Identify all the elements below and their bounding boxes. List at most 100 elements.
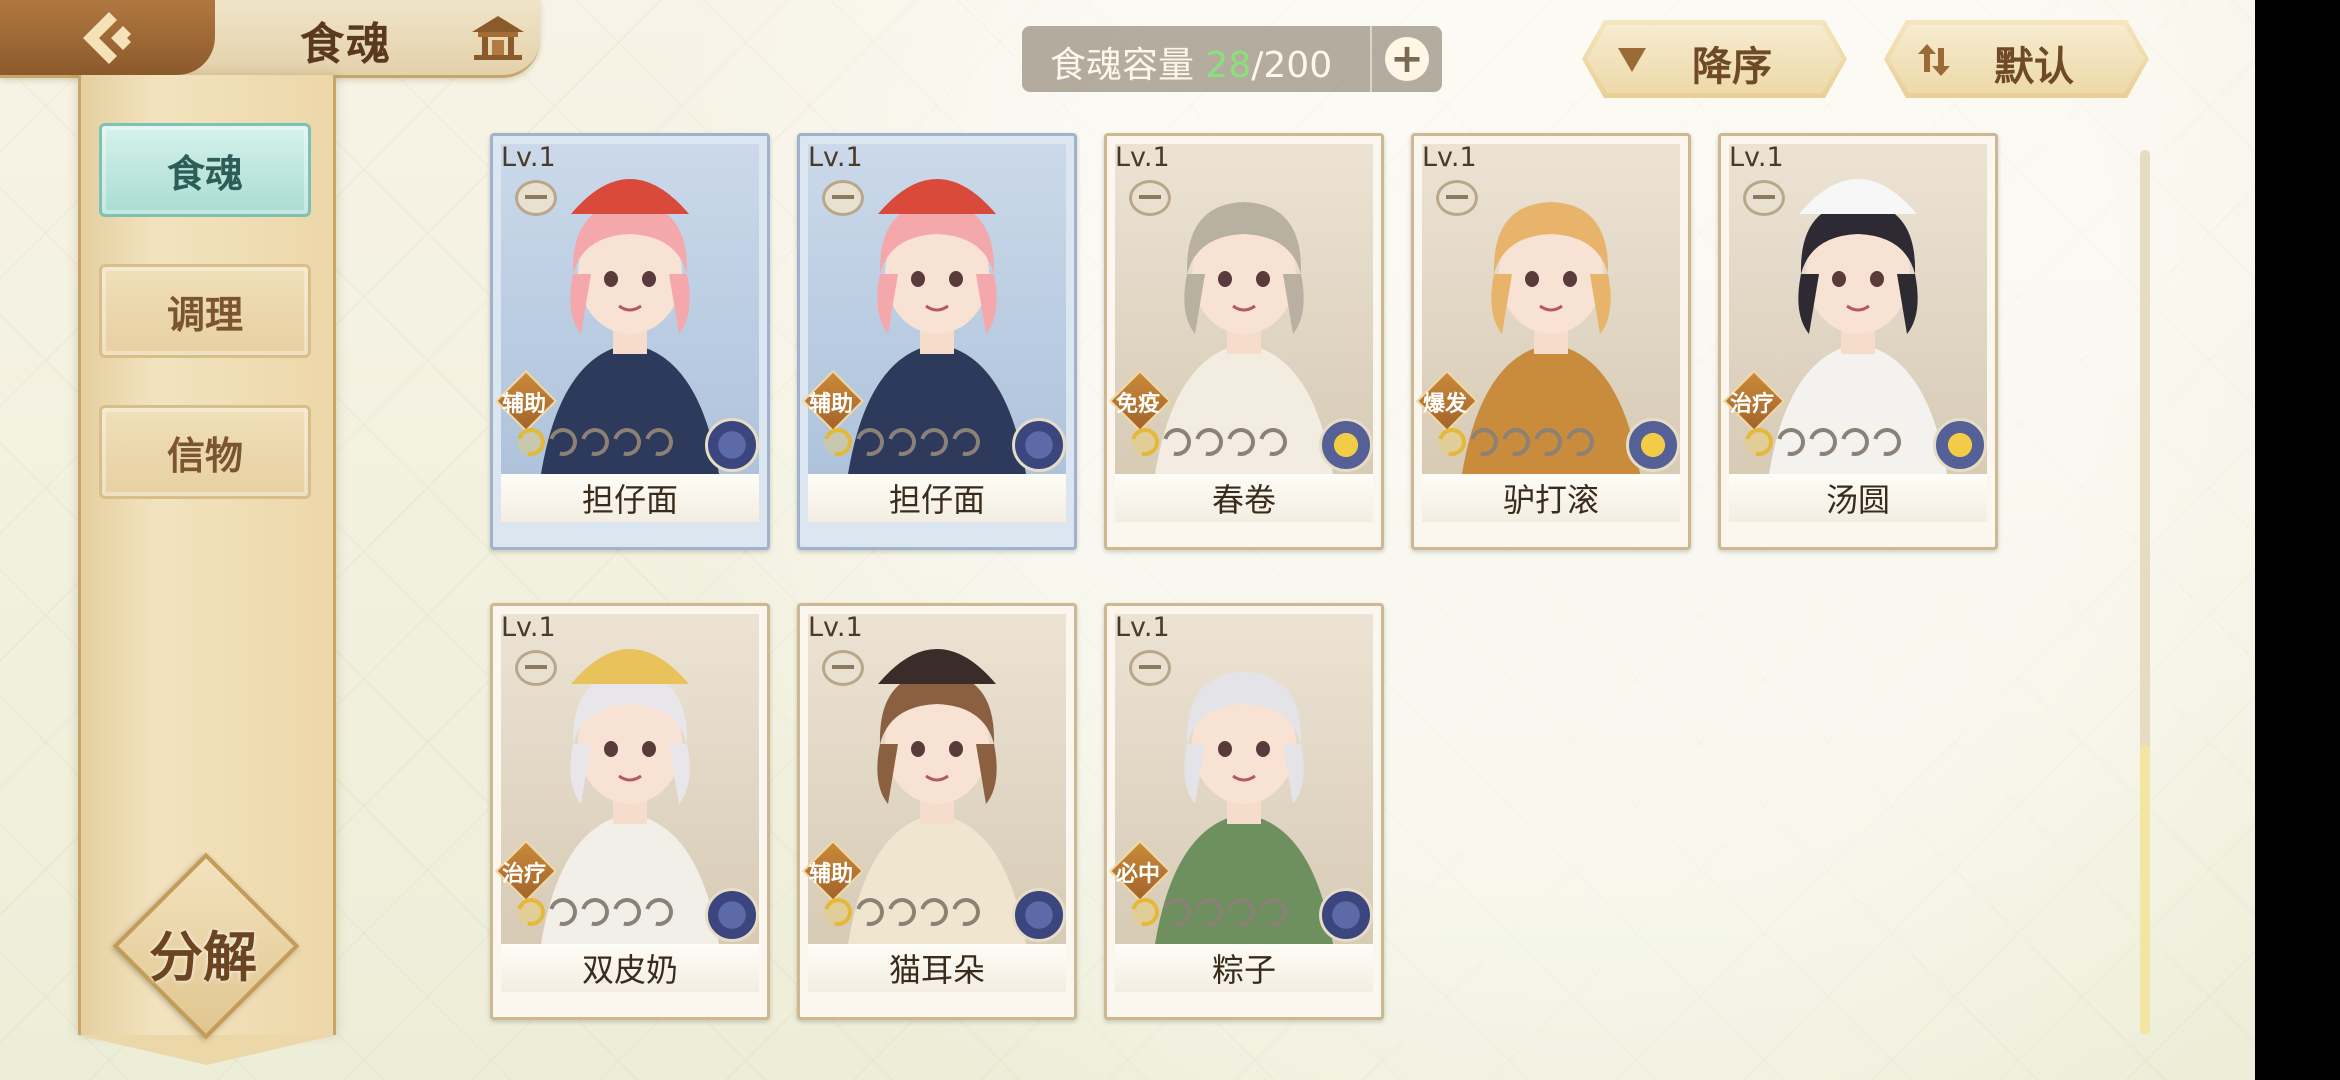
- star-icon: [914, 422, 954, 462]
- food-soul-card[interactable]: Lv.1 必中 粽子: [1104, 603, 1384, 1020]
- star-icon: [1253, 892, 1293, 932]
- level-label: Lv.1: [808, 142, 863, 173]
- capacity-max: 200: [1263, 45, 1333, 86]
- food-soul-card[interactable]: Lv.1 爆发 驴打滚: [1411, 133, 1691, 550]
- blue-icon: [1319, 888, 1373, 942]
- role-badge: 免疫: [1108, 369, 1172, 433]
- food-soul-card[interactable]: Lv.1 辅助 担仔面: [797, 133, 1077, 550]
- star-icon: [882, 892, 922, 932]
- name-strip: 春卷: [1115, 474, 1373, 522]
- game-screen: 食魂 食魂 调理 信物 分解 食魂容量 28/200 + 降序 默认 Lv.1 …: [0, 0, 2255, 1080]
- food-soul-card[interactable]: Lv.1 辅助 猫耳朵: [797, 603, 1077, 1020]
- scrollbar-thumb[interactable]: [2140, 745, 2150, 1035]
- role-label: 治疗: [1729, 392, 1774, 417]
- bowl-icon: [515, 180, 557, 216]
- star-icon: [543, 422, 583, 462]
- capacity-display: 食魂容量 28/200 +: [1022, 26, 1442, 92]
- plus-icon: +: [1385, 37, 1429, 81]
- name-strip: 粽子: [1115, 944, 1373, 992]
- blue-icon: [1012, 418, 1066, 472]
- star-rating: [1739, 422, 1907, 462]
- bowl-icon: [1129, 180, 1171, 216]
- star-icon: [1803, 422, 1843, 462]
- star-icon: [1157, 422, 1197, 462]
- name-strip: 双皮奶: [501, 944, 759, 992]
- character-name: 双皮奶: [581, 951, 678, 989]
- decompose-button[interactable]: 分解: [112, 852, 300, 1040]
- character-name: 驴打滚: [1502, 481, 1599, 519]
- tab-food-souls[interactable]: 食魂: [99, 123, 311, 217]
- character-name: 担仔面: [888, 481, 985, 519]
- star-icon: [1560, 422, 1600, 462]
- gold-icon: [1933, 418, 1987, 472]
- role-label: 辅助: [501, 392, 546, 417]
- level-label: Lv.1: [1115, 612, 1170, 643]
- star-icon: [1253, 422, 1293, 462]
- star-rating: [1432, 422, 1600, 462]
- star-icon: [511, 892, 551, 932]
- capacity-label: 食魂容量: [1050, 45, 1206, 86]
- star-rating: [818, 892, 986, 932]
- star-icon: [1528, 422, 1568, 462]
- capacity-separator: /: [1251, 45, 1264, 86]
- role-badge: 辅助: [494, 369, 558, 433]
- bowl-icon: [822, 180, 864, 216]
- star-icon: [1157, 892, 1197, 932]
- role-badge: 治疗: [1722, 369, 1786, 433]
- level-label: Lv.1: [501, 612, 556, 643]
- sort-default-label: 默认: [1994, 44, 2074, 90]
- star-rating: [818, 422, 986, 462]
- sort-order-button[interactable]: 降序: [1582, 20, 1847, 98]
- expand-capacity-button[interactable]: +: [1370, 26, 1442, 92]
- pavilion-home-icon[interactable]: [468, 12, 528, 62]
- role-badge: 辅助: [801, 839, 865, 903]
- level-label: Lv.1: [808, 612, 863, 643]
- role-badge: 治疗: [494, 839, 558, 903]
- star-icon: [1771, 422, 1811, 462]
- tab-label: 调理: [166, 291, 243, 337]
- character-name: 粽子: [1211, 951, 1276, 989]
- star-icon: [575, 892, 615, 932]
- role-badge: 爆发: [1415, 369, 1479, 433]
- food-soul-card[interactable]: Lv.1 治疗 汤圆: [1718, 133, 1998, 550]
- star-icon: [1867, 422, 1907, 462]
- star-icon: [575, 422, 615, 462]
- name-strip: 猫耳朵: [808, 944, 1066, 992]
- star-icon: [1189, 892, 1229, 932]
- character-name: 春卷: [1211, 481, 1276, 519]
- star-icon: [1835, 422, 1875, 462]
- star-rating: [1125, 892, 1293, 932]
- gold-icon: [1319, 418, 1373, 472]
- food-soul-card[interactable]: Lv.1 免疫 春卷: [1104, 133, 1384, 550]
- role-label: 辅助: [808, 862, 853, 887]
- star-icon: [1432, 422, 1472, 462]
- sort-order-label: 降序: [1692, 44, 1772, 90]
- food-soul-card[interactable]: Lv.1 治疗 双皮奶: [490, 603, 770, 1020]
- level-label: Lv.1: [1729, 142, 1784, 173]
- blue-icon: [705, 888, 759, 942]
- star-rating: [511, 422, 679, 462]
- name-strip: 汤圆: [1729, 474, 1987, 522]
- star-icon: [850, 422, 890, 462]
- bowl-icon: [1436, 180, 1478, 216]
- tab-tokens[interactable]: 信物: [99, 405, 311, 499]
- page-title: 食魂: [300, 19, 392, 70]
- role-badge: 辅助: [801, 369, 865, 433]
- sort-default-button[interactable]: 默认: [1884, 20, 2149, 98]
- star-icon: [1125, 422, 1165, 462]
- food-soul-card[interactable]: Lv.1 辅助 担仔面: [490, 133, 770, 550]
- star-icon: [946, 892, 986, 932]
- character-name: 担仔面: [581, 481, 678, 519]
- star-icon: [1189, 422, 1229, 462]
- star-icon: [639, 892, 679, 932]
- back-arrow-icon: [82, 11, 131, 64]
- level-label: Lv.1: [501, 142, 556, 173]
- gold-icon: [1626, 418, 1680, 472]
- back-button[interactable]: [0, 0, 215, 75]
- star-icon: [607, 422, 647, 462]
- star-rating: [1125, 422, 1293, 462]
- star-icon: [882, 422, 922, 462]
- role-label: 辅助: [808, 392, 853, 417]
- tab-conditioning[interactable]: 调理: [99, 264, 311, 358]
- decompose-label: 分解: [149, 925, 257, 989]
